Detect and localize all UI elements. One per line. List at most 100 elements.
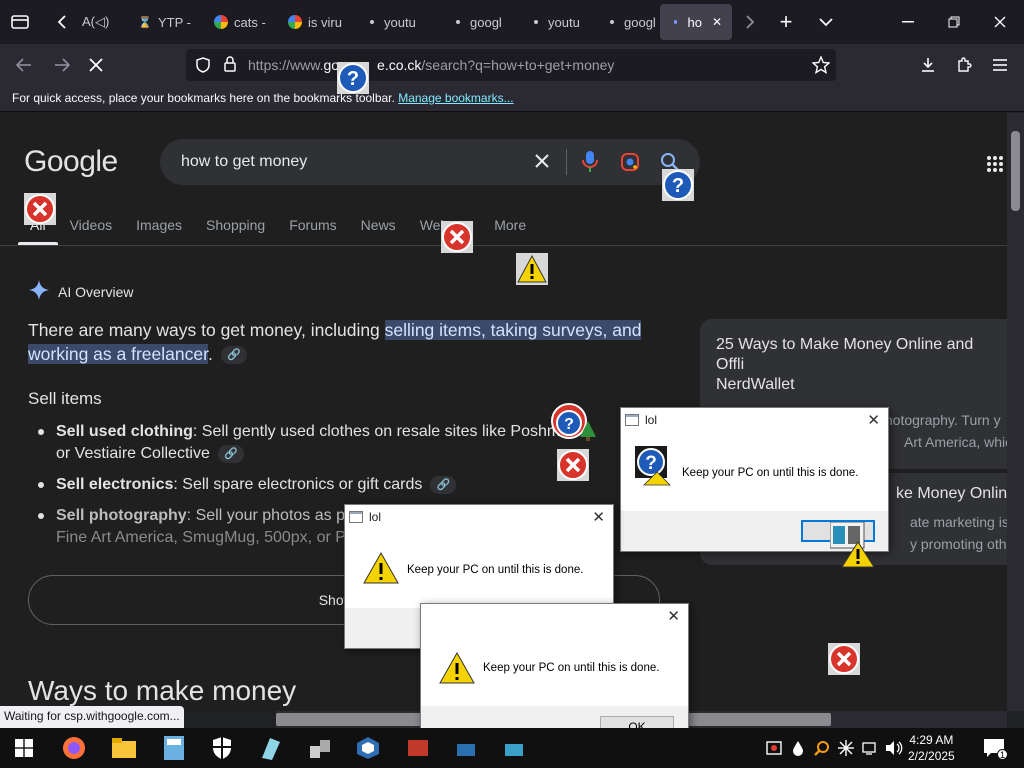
google-logo[interactable]: Google — [24, 145, 118, 179]
svg-text:?: ? — [672, 175, 684, 197]
warning-icon — [363, 551, 399, 584]
card2-line2: y promoting other — [910, 536, 1007, 552]
minimize-icon[interactable] — [896, 10, 920, 34]
url-domain-end: e.co.ck — [377, 57, 422, 73]
question-icon: ? — [337, 62, 369, 94]
tray-shield-icon[interactable] — [764, 734, 784, 762]
back-icon[interactable] — [12, 53, 36, 77]
browser-tab-bar: A(◁) ⌛ YTP - cats - is viru youtu googl … — [0, 0, 1024, 44]
scrollbar-thumb[interactable] — [1011, 131, 1020, 211]
ai-overview-summary: There are many ways to get money, includ… — [28, 318, 648, 366]
tab-label: YTP - — [158, 14, 191, 30]
tab-2[interactable]: ⌛ YTP - — [128, 4, 202, 40]
tab-4[interactable]: is viru — [278, 4, 354, 40]
dialog-close-icon[interactable]: ✕ — [592, 508, 605, 526]
loading-dot-icon — [456, 20, 460, 24]
tab-label: youtu — [548, 14, 580, 30]
clock-date: 2/2/2025 — [908, 749, 955, 763]
close-window-icon[interactable] — [988, 10, 1012, 34]
link-chip-icon[interactable]: 🔗 — [217, 444, 244, 463]
tab-shopping[interactable]: Shopping — [194, 209, 277, 245]
forward-icon[interactable] — [50, 53, 74, 77]
ai-summary-end: . — [207, 344, 213, 364]
dialog-title: lol — [645, 413, 658, 427]
source-card-title: 25 Ways to Make Money Online and Offli N… — [716, 335, 994, 395]
tab-news[interactable]: News — [349, 209, 408, 245]
downloads-icon[interactable] — [916, 53, 940, 77]
close-tab-icon[interactable]: ✕ — [712, 15, 722, 29]
dialog-message: Keep your PC on until this is done. — [407, 564, 584, 576]
google-favicon-icon — [214, 15, 228, 29]
app-window-icon — [349, 511, 363, 523]
url-path: /search?q=how+to+get+money — [421, 57, 615, 73]
tab-images[interactable]: Images — [124, 209, 194, 245]
dialog-titlebar[interactable]: lol — [621, 408, 888, 432]
restore-icon[interactable] — [942, 10, 966, 34]
google-lens-icon[interactable] — [620, 152, 640, 177]
taskbar-app-icon[interactable] — [500, 734, 528, 762]
dialog-titlebar[interactable] — [421, 604, 688, 628]
search-query: how to get money — [181, 153, 308, 170]
new-tab-icon[interactable]: + — [774, 9, 798, 34]
calculator-icon[interactable] — [160, 734, 188, 762]
search-input[interactable]: how to get money — [160, 139, 700, 185]
tab-active[interactable]: ho ✕ — [660, 4, 732, 40]
microphone-icon[interactable] — [582, 150, 598, 179]
clear-search-icon[interactable] — [534, 153, 550, 174]
dialog-titlebar[interactable]: lol — [345, 505, 613, 529]
tray-snowflake-icon[interactable] — [836, 734, 856, 762]
list-all-tabs-icon[interactable] — [814, 10, 838, 34]
tab-forums[interactable]: Forums — [277, 209, 348, 245]
tray-search-icon[interactable] — [812, 734, 832, 762]
status-bar: Waiting for csp.withgoogle.com... — [0, 706, 184, 728]
taskbar-app-icon[interactable] — [452, 734, 480, 762]
tab-7[interactable]: youtu — [520, 4, 594, 40]
extensions-icon[interactable] — [952, 53, 976, 77]
tab-1[interactable]: A(◁) — [72, 4, 124, 40]
virtualbox-icon[interactable] — [354, 734, 382, 762]
security-shield-icon[interactable] — [208, 734, 236, 762]
bullet-bold: Sell photography — [56, 507, 187, 524]
google-apps-icon[interactable] — [986, 155, 1004, 178]
network-app-icon[interactable] — [306, 734, 334, 762]
app-icon[interactable] — [256, 734, 284, 762]
tab-3[interactable]: cats - — [204, 4, 278, 40]
tray-drop-icon[interactable] — [788, 734, 808, 762]
tab-6[interactable]: googl — [442, 4, 516, 40]
ways-section-heading: Ways to make money — [28, 675, 297, 706]
tab-8[interactable]: googl — [596, 4, 670, 40]
google-favicon-icon — [288, 15, 302, 29]
message-dialog: ✕ Keep your PC on until this is done. OK — [420, 603, 689, 747]
menu-hamburger-icon[interactable] — [988, 53, 1012, 77]
search-divider — [566, 149, 567, 175]
tab-videos[interactable]: Videos — [58, 209, 125, 245]
start-windows-icon[interactable] — [10, 734, 38, 762]
vertical-scrollbar[interactable] — [1007, 113, 1024, 711]
firefox-icon[interactable] — [60, 734, 88, 762]
url-text[interactable]: https://www.go e.co.ck/search?q=how+to+ge… — [248, 57, 614, 73]
network-icon[interactable] — [860, 734, 880, 762]
lock-icon[interactable] — [224, 56, 236, 77]
tab-scroll-left-icon[interactable] — [52, 10, 72, 34]
volume-icon[interactable] — [884, 734, 904, 762]
ai-overview-label: AI Overview — [58, 283, 134, 300]
dialog-close-icon[interactable]: ✕ — [867, 411, 880, 429]
bookmark-star-icon[interactable] — [811, 55, 831, 79]
taskbar-app-icon[interactable] — [404, 734, 432, 762]
link-chip-icon[interactable]: 🔗 — [220, 346, 247, 365]
file-explorer-icon[interactable] — [110, 734, 138, 762]
tree-icon — [580, 421, 596, 441]
stop-loading-icon[interactable] — [84, 53, 108, 77]
shield-icon[interactable] — [196, 57, 210, 78]
tab-scroll-right-icon[interactable] — [740, 10, 760, 34]
bullet-text-cont: or Vestiaire Collective — [56, 445, 210, 462]
notification-center-icon[interactable]: 1 — [980, 734, 1008, 762]
link-chip-icon[interactable]: 🔗 — [430, 475, 457, 494]
address-bar[interactable]: https://www.go e.co.ck/search?q=how+to+ge… — [186, 49, 836, 81]
card-title-line2: NerdWallet — [716, 376, 795, 393]
firefox-view-icon[interactable] — [8, 10, 32, 34]
manage-bookmarks-link[interactable]: Manage bookmarks... — [398, 91, 513, 105]
tab-5[interactable]: youtu — [356, 4, 430, 40]
taskbar-clock[interactable]: 4:29 AM 2/2/2025 — [908, 732, 955, 764]
dialog-close-icon[interactable]: ✕ — [667, 607, 680, 625]
